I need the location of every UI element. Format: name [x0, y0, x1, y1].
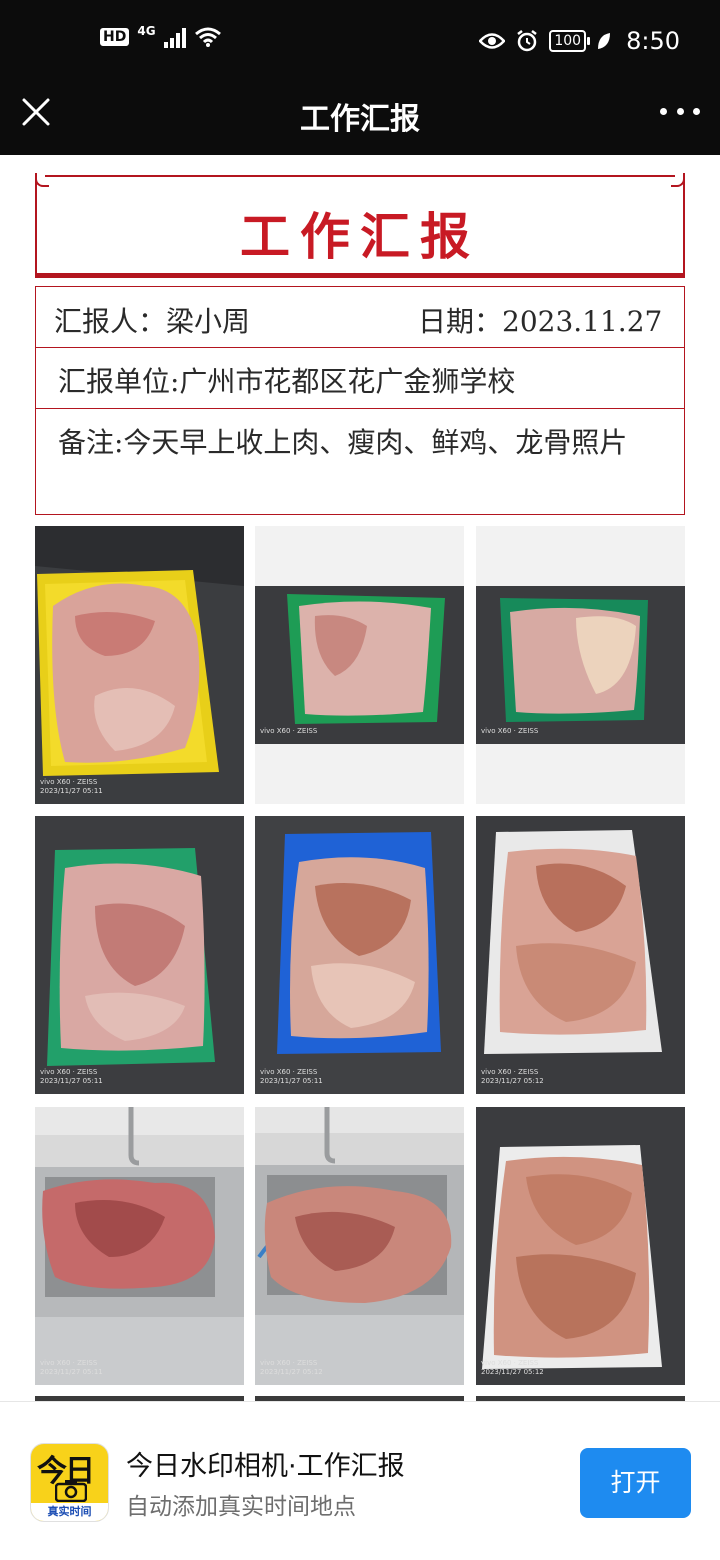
more-dot-icon [676, 108, 684, 115]
reporter-date-row: 汇报人：梁小周 日期：2023.11.27 [35, 286, 685, 348]
leaf-icon [598, 33, 611, 49]
network-type: 4G [137, 24, 156, 38]
photo-watermark: vivo X60 · ZEISS 2023/11/27 05:11 [40, 1359, 103, 1376]
page-title: 工作汇报 [300, 102, 420, 137]
app-subtitle: 自动添加真实时间地点 [126, 1494, 356, 1520]
more-dot-icon [660, 108, 667, 115]
note-row: 备注:今天早上收上肉、瘦肉、鲜鸡、龙骨照片 [35, 409, 685, 515]
photo-watermark: vivo X60 · ZEISS 2023/11/27 05:12 [260, 1359, 323, 1376]
photo-thumbnail[interactable]: vivo X60 · ZEISS [255, 526, 464, 804]
photo-watermark: vivo X60 · ZEISS 2023/11/27 05:12 [481, 1359, 544, 1376]
signal-icon [163, 26, 186, 48]
more-dot-icon [693, 108, 700, 115]
status-left: HD 4G [100, 24, 222, 48]
hd-badge: HD [100, 28, 130, 46]
photo-watermark: vivo X60 · ZEISS 2023/11/27 05:11 [40, 1068, 103, 1085]
more-options-button[interactable] [660, 108, 700, 118]
photo-watermark: vivo X60 · ZEISS 2023/11/27 05:11 [40, 778, 103, 795]
photo-thumbnail[interactable]: vivo X60 · ZEISS 2023/11/27 05:11 [255, 816, 464, 1094]
header-border [45, 175, 675, 177]
app-download-banner[interactable]: 今日 真实时间 今日水印相机·工作汇报 自动添加真实时间地点 打开 [0, 1401, 720, 1560]
report-note: 备注:今天早上收上肉、瘦肉、鲜鸡、龙骨照片 [58, 426, 628, 459]
open-app-button[interactable]: 打开 [580, 1448, 691, 1518]
corner-ornament [671, 173, 685, 187]
photo-thumbnail[interactable]: vivo X60 · ZEISS [476, 526, 685, 804]
app-icon-strip: 真实时间 [31, 1503, 108, 1521]
corner-ornament [35, 173, 49, 187]
alarm-icon [517, 30, 538, 52]
app-title: 今日水印相机·工作汇报 [126, 1451, 405, 1482]
report-header: 工作汇报 [35, 173, 685, 278]
title-bar: 工作汇报 [0, 82, 720, 155]
wifi-icon [194, 27, 221, 47]
report-date: 日期：2023.11.27 [418, 305, 663, 338]
app-icon[interactable]: 今日 真实时间 [30, 1443, 109, 1522]
eye-icon [479, 33, 506, 49]
photo-watermark: vivo X60 · ZEISS 2023/11/27 05:11 [260, 1068, 323, 1085]
report-heading: 工作汇报 [240, 207, 480, 266]
photo-thumbnail[interactable]: vivo X60 · ZEISS 2023/11/27 05:11 [35, 816, 244, 1094]
reporter: 汇报人：梁小周 [54, 305, 251, 338]
photo-watermark: vivo X60 · ZEISS 2023/11/27 05:12 [481, 1068, 544, 1085]
battery-icon: 100 [549, 30, 590, 52]
camera-icon [55, 1480, 87, 1502]
photo-thumbnail[interactable]: vivo X60 · ZEISS 2023/11/27 05:12 [255, 1107, 464, 1385]
unit-row: 汇报单位:广州市花都区花广金狮学校 [35, 348, 685, 409]
photo-thumbnail[interactable]: vivo X60 · ZEISS 2023/11/27 05:11 [35, 526, 244, 804]
status-right: 100 8:50 [479, 27, 680, 55]
clock: 8:50 [626, 27, 680, 55]
report-unit: 汇报单位:广州市花都区花广金狮学校 [58, 365, 516, 398]
photo-watermark: vivo X60 · ZEISS [260, 727, 318, 735]
photo-thumbnail[interactable]: vivo X60 · ZEISS 2023/11/27 05:11 [35, 1107, 244, 1385]
photo-watermark: vivo X60 · ZEISS [481, 727, 539, 735]
photo-thumbnail[interactable]: vivo X60 · ZEISS 2023/11/27 05:12 [476, 816, 685, 1094]
status-bar: HD 4G 100 8:50 [0, 0, 720, 82]
photo-thumbnail[interactable]: vivo X60 · ZEISS 2023/11/27 05:12 [476, 1107, 685, 1385]
